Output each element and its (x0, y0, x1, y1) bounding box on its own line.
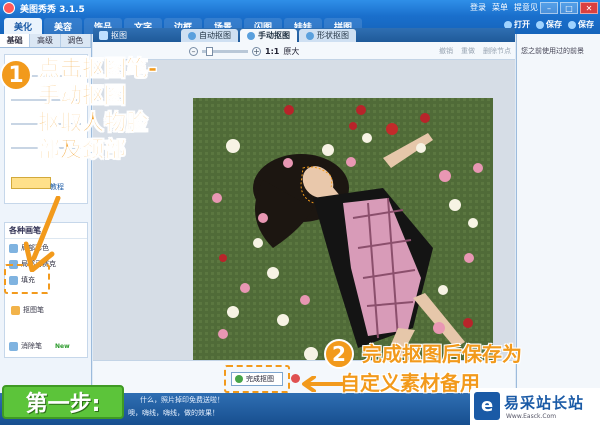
app-logo-icon (3, 2, 15, 14)
tool-eraser[interactable]: 消除笔 (9, 341, 42, 351)
menu-link[interactable]: 菜单 (492, 2, 508, 13)
breadcrumb: 抠图 (99, 30, 127, 41)
save-button[interactable]: 保存 (536, 19, 562, 30)
tab-shape-cutout[interactable]: 形状抠图 (299, 29, 356, 42)
subtab-color[interactable]: 调色 (60, 34, 91, 47)
subtab-advanced[interactable]: 高级 (30, 34, 61, 47)
brush-icon (9, 243, 18, 253)
status-tip[interactable]: 什么，照片掉印免费送啦！ (140, 395, 224, 405)
editor-tabs: 自动抠图 手动抠图 形状抠图 (181, 29, 356, 42)
site-watermark: e 易采站长站 Www.Easck.Com (470, 388, 600, 425)
edit-actions: 撤销 重做 删除节点 (439, 46, 511, 56)
manual-cutout-icon (247, 31, 255, 40)
title-bar: 美图秀秀 3.1.5 登录 菜单 提意见 – □ ✕ (0, 0, 600, 16)
photo-canvas[interactable] (193, 98, 493, 363)
done-highlight (224, 365, 290, 393)
maximize-icon[interactable]: □ (560, 2, 578, 14)
title-links: 登录 菜单 提意见 (470, 2, 538, 13)
tab-manual-cutout[interactable]: 手动抠图 (240, 29, 297, 42)
step1-instruction: 点击抠图笔- 手动抠图 抠取人物脸 部及颈部 (38, 57, 158, 164)
cutout-icon (99, 31, 108, 40)
left-subtabs: 基础 高级 调色 (0, 34, 91, 48)
save-as-icon (568, 20, 576, 29)
step1-arrow-icon (24, 196, 61, 272)
watermark-title: 易采站长站 (504, 394, 585, 412)
app-title: 美图秀秀 3.1.5 (20, 5, 85, 15)
nav-tab-beautify[interactable]: 美化 (4, 18, 42, 34)
cancel-icon[interactable] (291, 374, 300, 383)
zoom-ratio[interactable]: 1:1 (265, 47, 279, 56)
auto-cutout-icon (188, 31, 196, 40)
new-badge: New (55, 343, 70, 350)
redo-button[interactable]: 重做 (461, 46, 475, 56)
tool-cutout-pen[interactable]: 抠图笔 (11, 305, 44, 315)
nav-tab-beauty[interactable]: 美容 (44, 18, 82, 34)
zoom-slider[interactable] (202, 47, 248, 56)
watermark-logo-icon: e (474, 392, 500, 420)
eraser-icon (9, 341, 18, 351)
cutout-pen-icon (11, 305, 20, 315)
photo-image (193, 98, 493, 363)
shape-cutout-icon (306, 31, 314, 40)
close-icon[interactable]: ✕ (580, 2, 598, 14)
minimize-icon[interactable]: – (540, 2, 558, 14)
nav-actions: 打开 保存 保存 (504, 19, 594, 30)
window-controls: – □ ✕ (540, 2, 598, 14)
save-as-button[interactable]: 保存 (568, 19, 594, 30)
status-tip-2[interactable]: 噢，嗨线，嗨线，做的效果！ (128, 408, 219, 418)
original-size-button[interactable]: 原大 (283, 46, 299, 57)
undo-button[interactable]: 撤销 (439, 46, 453, 56)
tab-auto-cutout[interactable]: 自动抠图 (181, 29, 238, 42)
tutorial-link[interactable]: 教程 (50, 182, 64, 192)
save-icon (536, 20, 544, 29)
login-link[interactable]: 登录 (470, 2, 486, 13)
step2-arrow-icon (302, 376, 344, 392)
zoom-out-icon[interactable]: – (189, 47, 198, 56)
zoom-slider-knob[interactable] (206, 47, 213, 56)
watermark-url: Www.Easck.Com (506, 413, 557, 420)
step2-number: 2 (324, 339, 354, 369)
delete-node-button[interactable]: 删除节点 (483, 46, 511, 56)
subtab-basic[interactable]: 基础 (0, 34, 31, 47)
step-badge: 第一步: (2, 385, 124, 419)
one-click-button[interactable] (11, 177, 51, 189)
editor-tabrow: 抠图 自动抠图 手动抠图 形状抠图 (93, 28, 515, 42)
feedback-link[interactable]: 提意见 (514, 2, 538, 13)
zoom-in-icon[interactable]: + (252, 47, 261, 56)
recent-foregrounds-title: 您之前使用过的前景 (521, 47, 584, 55)
step1-number: 1 (0, 59, 32, 91)
